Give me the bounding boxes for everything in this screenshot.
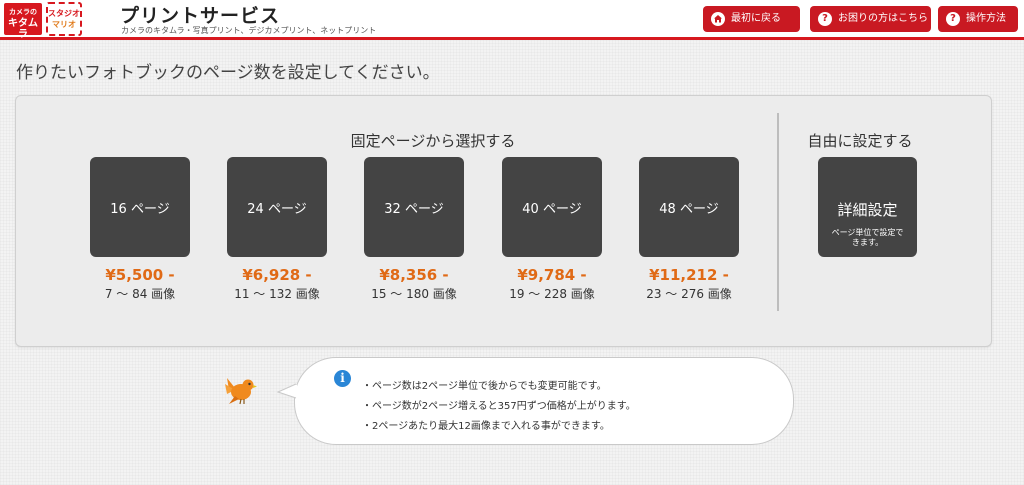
logo-kitamura-small: カメラの (9, 8, 37, 16)
help-button[interactable]: ? お困りの方はこちら (810, 6, 931, 32)
logo-kitamura-big: キタムラ (8, 18, 38, 40)
page-option-48[interactable]: 48 ページ (639, 157, 739, 257)
kitamura-logo[interactable]: カメラの キタムラ (4, 3, 42, 40)
question-icon: ? (946, 12, 960, 26)
back-to-start-button[interactable]: 最初に戻る (703, 6, 800, 32)
info-note-1: ・ページ数は2ページ単位で後からでも変更可能です。 (362, 381, 607, 392)
detail-settings-sub: ページ単位で設定できます。 (831, 228, 904, 247)
fixed-pages-title: 固定ページから選択する (350, 132, 516, 150)
page-option-label: 16 ページ (110, 201, 170, 217)
site-subtitle: カメラのキタムラ・写真プリント、デジカメプリント、ネットプリント (121, 26, 377, 35)
bird-mascot-icon (225, 378, 257, 405)
info-note-2: ・ページ数が2ページ増えると357円ずつ価格が上がります。 (362, 401, 636, 412)
page-option-images: 19 ～ 228 画像 (509, 287, 595, 301)
home-icon (711, 12, 725, 26)
page-option-images: 23 ～ 276 画像 (646, 287, 732, 301)
page-option-40[interactable]: 40 ページ (502, 157, 602, 257)
page-option-label: 40 ページ (522, 201, 582, 217)
page-option-price: ¥8,356 - (379, 266, 449, 284)
how-to-label: 操作方法 (966, 13, 1006, 24)
logo-mario-line1: スタジオ (48, 9, 80, 18)
app-header: カメラの キタムラ スタジオ マリオ プリントサービス カメラのキタムラ・写真プ… (0, 0, 1024, 40)
page-option-price: ¥6,928 - (242, 266, 312, 284)
page-option-label: 48 ページ (659, 201, 719, 217)
detail-settings-label: 詳細設定 (837, 201, 898, 219)
back-to-start-label: 最初に戻る (731, 13, 781, 24)
page-heading: 作りたいフォトブックのページ数を設定してください。 (16, 63, 440, 83)
page-option-images: 15 ～ 180 画像 (371, 287, 457, 301)
page-option-label: 32 ページ (384, 201, 444, 217)
bubble-tail (277, 383, 297, 399)
page-option-label: 24 ページ (247, 201, 307, 217)
page-option-price: ¥9,784 - (517, 266, 587, 284)
question-icon: ? (818, 12, 832, 26)
info-icon: i (334, 370, 351, 387)
page-option-24[interactable]: 24 ページ (227, 157, 327, 257)
page-option-price: ¥11,212 - (649, 266, 729, 284)
page-option-images: 7 ～ 84 画像 (104, 287, 176, 301)
page-option-32[interactable]: 32 ページ (364, 157, 464, 257)
page-option-16[interactable]: 16 ページ (90, 157, 190, 257)
studio-mario-logo[interactable]: スタジオ マリオ (46, 2, 82, 36)
site-title: プリントサービス (120, 5, 281, 27)
logo-mario-line2: マリオ (52, 20, 76, 29)
info-note-3: ・2ページあたり最大12画像まで入れる事ができます。 (362, 421, 610, 432)
how-to-button[interactable]: ? 操作方法 (938, 6, 1018, 32)
detail-settings-button[interactable]: 詳細設定 ページ単位で設定できます。 (818, 157, 917, 257)
page-option-images: 11 ～ 132 画像 (234, 287, 320, 301)
section-divider (777, 113, 779, 311)
free-setting-title: 自由に設定する (807, 132, 913, 150)
page-option-price: ¥5,500 - (105, 266, 175, 284)
help-label: お困りの方はこちら (838, 13, 928, 24)
